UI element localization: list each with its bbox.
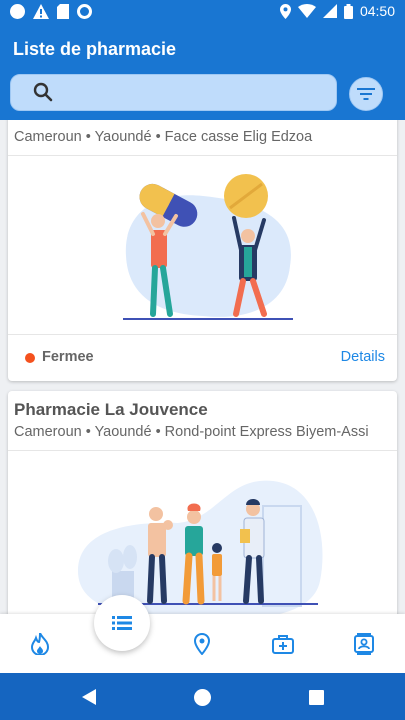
system-navigation-bar bbox=[0, 673, 405, 720]
nav-contacts[interactable] bbox=[351, 631, 377, 657]
wifi-icon bbox=[297, 4, 316, 18]
back-icon bbox=[82, 689, 96, 705]
status-bar: 04:50 bbox=[0, 0, 405, 24]
contact-card-icon bbox=[354, 633, 374, 655]
nav-popular[interactable] bbox=[27, 631, 53, 657]
bottom-navigation bbox=[0, 614, 405, 673]
pharmacy-card[interactable]: Pharmacie La Jouvence Cameroun • Yaoundé… bbox=[8, 391, 397, 614]
home-icon bbox=[193, 688, 211, 706]
search-bar[interactable] bbox=[10, 74, 337, 111]
filter-button[interactable] bbox=[349, 77, 383, 111]
nav-map[interactable] bbox=[189, 631, 215, 657]
status-label: Fermee bbox=[42, 349, 94, 365]
recents-button[interactable] bbox=[306, 687, 326, 707]
pharmacy-location: Cameroun • Yaoundé • Face casse Elig Edz… bbox=[14, 129, 313, 145]
status-indicator bbox=[25, 353, 35, 363]
app-bar: Liste de pharmacie bbox=[0, 24, 405, 120]
details-link[interactable]: Details bbox=[341, 349, 385, 365]
page-title: Liste de pharmacie bbox=[13, 39, 177, 59]
battery-icon bbox=[343, 3, 353, 19]
search-icon bbox=[33, 82, 53, 102]
pharmacy-location: Cameroun • Yaoundé • Rond-point Express … bbox=[14, 424, 369, 440]
fire-icon bbox=[31, 633, 49, 655]
list-view-button[interactable] bbox=[94, 595, 150, 651]
filter-icon bbox=[357, 88, 375, 100]
sync-icon bbox=[77, 4, 92, 19]
home-button[interactable] bbox=[192, 687, 212, 707]
pharmacy-illustration bbox=[8, 155, 397, 335]
medical-kit-icon bbox=[272, 635, 294, 654]
card-footer: Fermee Details bbox=[8, 335, 397, 381]
back-button[interactable] bbox=[79, 687, 99, 707]
nav-pharmacies[interactable] bbox=[270, 631, 296, 657]
search-input[interactable] bbox=[65, 75, 325, 110]
sd-card-icon bbox=[57, 4, 69, 19]
location-pin-icon bbox=[194, 633, 210, 655]
clock: 04:50 bbox=[359, 3, 395, 19]
location-icon bbox=[279, 3, 291, 19]
recents-icon bbox=[308, 689, 324, 705]
notification-icon bbox=[10, 4, 25, 19]
list-icon bbox=[112, 616, 132, 630]
pharmacy-card[interactable]: Cameroun • Yaoundé • Face casse Elig Edz… bbox=[8, 120, 397, 381]
pharmacy-list[interactable]: Cameroun • Yaoundé • Face casse Elig Edz… bbox=[0, 120, 405, 614]
signal-icon bbox=[322, 4, 337, 18]
pharmacy-illustration bbox=[8, 450, 397, 614]
warning-icon bbox=[33, 4, 49, 19]
pharmacy-name: Pharmacie La Jouvence bbox=[14, 400, 208, 419]
